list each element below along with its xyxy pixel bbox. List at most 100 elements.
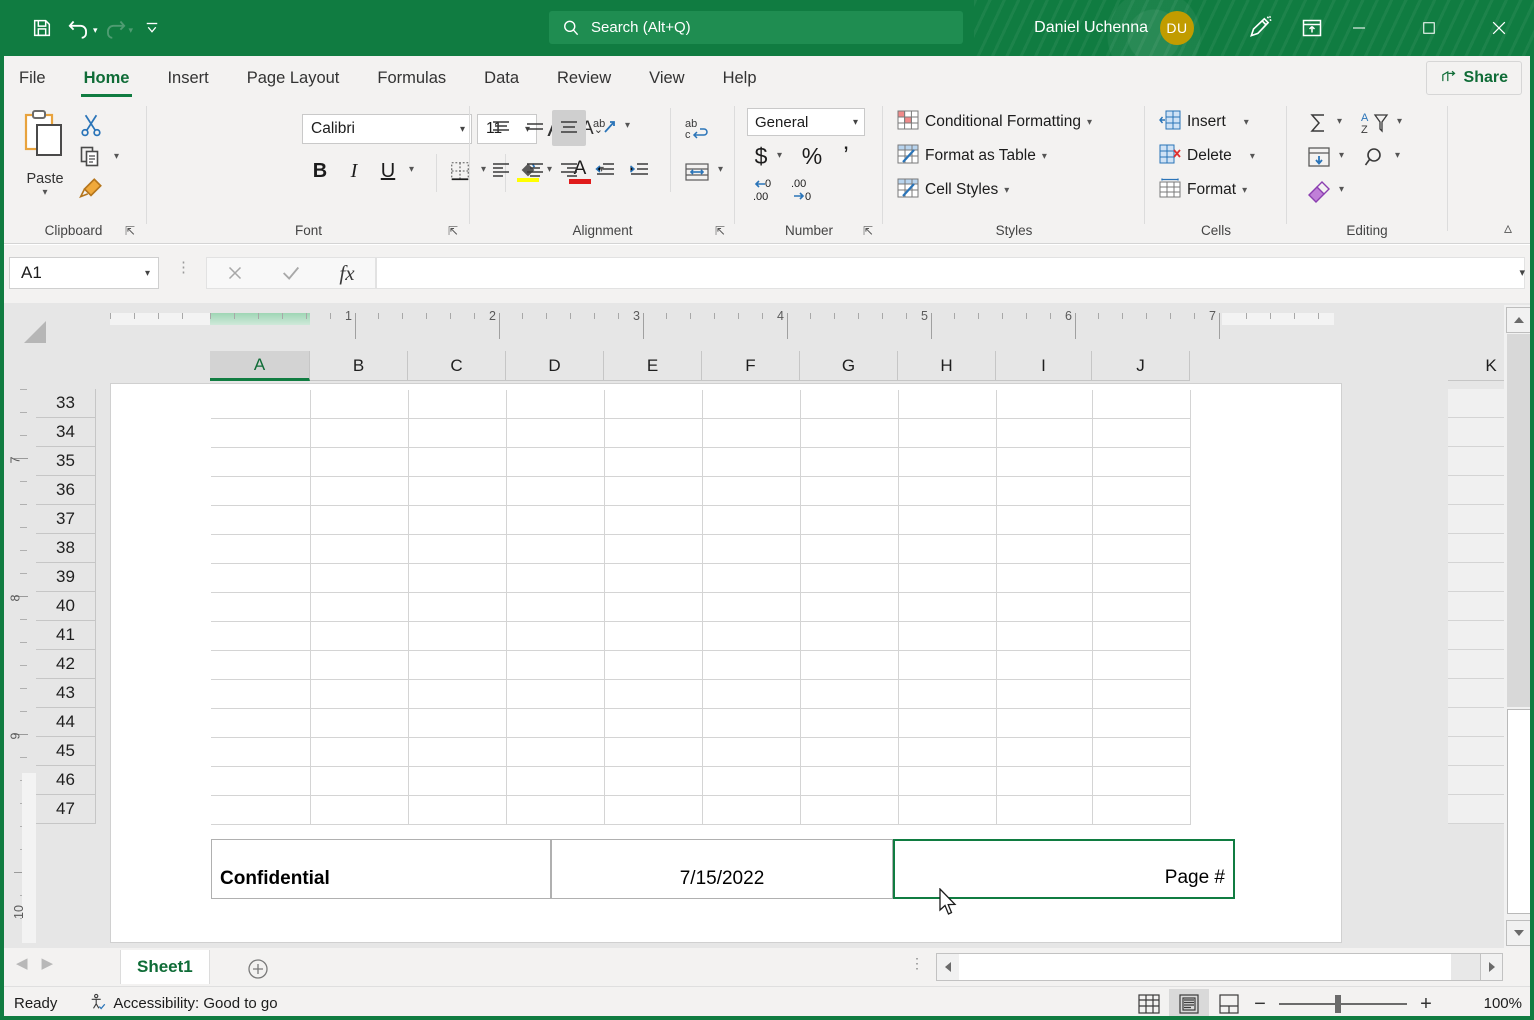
cell-A43[interactable] (211, 680, 311, 709)
cell-I39[interactable] (997, 564, 1093, 593)
cell-G45[interactable] (801, 738, 899, 767)
cell-B42[interactable] (311, 651, 409, 680)
cell-D44[interactable] (507, 709, 605, 738)
accessibility-status[interactable]: Accessibility: Good to go (89, 993, 277, 1015)
column-header-g[interactable]: G (800, 351, 898, 381)
cell-B33[interactable] (311, 390, 409, 419)
cell-F47[interactable] (703, 796, 801, 825)
cell-C43[interactable] (409, 680, 507, 709)
cell-C34[interactable] (409, 419, 507, 448)
cell-F40[interactable] (703, 593, 801, 622)
insert-chevron-down-icon[interactable]: ▾ (1244, 117, 1249, 128)
footer-center-cell[interactable]: 7/15/2022 (551, 839, 893, 899)
minimize-button[interactable] (1324, 0, 1394, 56)
cell-G33[interactable] (801, 390, 899, 419)
save-icon[interactable] (22, 8, 62, 48)
cell-C42[interactable] (409, 651, 507, 680)
cell-A37[interactable] (211, 506, 311, 535)
cell-E41[interactable] (605, 622, 703, 651)
name-box-chevron-down-icon[interactable]: ▾ (145, 268, 150, 279)
cell-C47[interactable] (409, 796, 507, 825)
cell-B47[interactable] (311, 796, 409, 825)
cell-J35[interactable] (1093, 448, 1191, 477)
cell-D36[interactable] (507, 477, 605, 506)
cell-H46[interactable] (899, 767, 997, 796)
column-header-d[interactable]: D (506, 351, 604, 381)
cell-G43[interactable] (801, 680, 899, 709)
column-header-f[interactable]: F (702, 351, 800, 381)
cell-F44[interactable] (703, 709, 801, 738)
cell-C33[interactable] (409, 390, 507, 419)
cell-B44[interactable] (311, 709, 409, 738)
italic-button[interactable]: I (339, 156, 369, 186)
cell-C46[interactable] (409, 767, 507, 796)
clear-chevron-down-icon[interactable]: ▾ (1339, 184, 1344, 195)
zoom-slider-thumb[interactable] (1335, 995, 1341, 1013)
cell-B38[interactable] (311, 535, 409, 564)
cell-F39[interactable] (703, 564, 801, 593)
cell-E38[interactable] (605, 535, 703, 564)
cell-J34[interactable] (1093, 419, 1191, 448)
cell-B45[interactable] (311, 738, 409, 767)
cell-H45[interactable] (899, 738, 997, 767)
merge-center-chevron-down-icon[interactable]: ▾ (718, 164, 723, 175)
cell-D34[interactable] (507, 419, 605, 448)
cell-H44[interactable] (899, 709, 997, 738)
cell-J44[interactable] (1093, 709, 1191, 738)
row-header-45[interactable]: 45 (36, 737, 96, 766)
tab-formulas[interactable]: Formulas (358, 56, 465, 100)
cell-D45[interactable] (507, 738, 605, 767)
cell-E40[interactable] (605, 593, 703, 622)
cell-C38[interactable] (409, 535, 507, 564)
next-sheet-button[interactable]: ▶ (42, 954, 54, 972)
cell-F36[interactable] (703, 477, 801, 506)
bold-button[interactable]: B (305, 156, 335, 186)
cell-I35[interactable] (997, 448, 1093, 477)
cell-I33[interactable] (997, 390, 1093, 419)
cell-I46[interactable] (997, 767, 1093, 796)
tab-file[interactable]: File (0, 56, 65, 100)
cell-G41[interactable] (801, 622, 899, 651)
scrollbar-thumb[interactable] (1507, 709, 1532, 914)
percent-style-button[interactable]: % (797, 140, 827, 172)
cell-G42[interactable] (801, 651, 899, 680)
cell-E46[interactable] (605, 767, 703, 796)
cell-C40[interactable] (409, 593, 507, 622)
cell-D43[interactable] (507, 680, 605, 709)
number-dialog-launcher[interactable]: ⇱ (863, 224, 873, 238)
fill-button[interactable] (1303, 142, 1335, 172)
cell-C44[interactable] (409, 709, 507, 738)
tab-data[interactable]: Data (465, 56, 538, 100)
fill-chevron-down-icon[interactable]: ▾ (1339, 150, 1344, 161)
scroll-left-button[interactable] (937, 954, 959, 980)
redo-icon[interactable] (98, 8, 132, 48)
find-select-chevron-down-icon[interactable]: ▾ (1395, 150, 1400, 161)
cell-J37[interactable] (1093, 506, 1191, 535)
cell-H37[interactable] (899, 506, 997, 535)
top-align-button[interactable] (484, 112, 518, 144)
comma-style-button[interactable]: ’ (833, 140, 859, 172)
cell-F42[interactable] (703, 651, 801, 680)
cell-F45[interactable] (703, 738, 801, 767)
decrease-indent-button[interactable] (588, 154, 622, 186)
zoom-out-button[interactable]: − (1247, 993, 1273, 1016)
cell-I40[interactable] (997, 593, 1093, 622)
orientation-chevron-down-icon[interactable]: ▾ (625, 120, 630, 131)
format-chevron-down-icon[interactable]: ▾ (1242, 185, 1247, 196)
copy-chevron-down-icon[interactable]: ▾ (114, 151, 119, 162)
cell-B36[interactable] (311, 477, 409, 506)
cell-A40[interactable] (211, 593, 311, 622)
cell-D41[interactable] (507, 622, 605, 651)
scroll-up-button[interactable] (1506, 307, 1532, 333)
cell-E37[interactable] (605, 506, 703, 535)
merge-center-button[interactable] (678, 156, 716, 188)
footer-left-cell[interactable]: Confidential (211, 839, 551, 899)
cell-D38[interactable] (507, 535, 605, 564)
cell-D40[interactable] (507, 593, 605, 622)
cell-B41[interactable] (311, 622, 409, 651)
middle-align-button[interactable] (518, 112, 552, 144)
cell-C39[interactable] (409, 564, 507, 593)
tab-page-layout[interactable]: Page Layout (228, 56, 359, 100)
tab-home[interactable]: Home (65, 56, 149, 100)
cell-A36[interactable] (211, 477, 311, 506)
